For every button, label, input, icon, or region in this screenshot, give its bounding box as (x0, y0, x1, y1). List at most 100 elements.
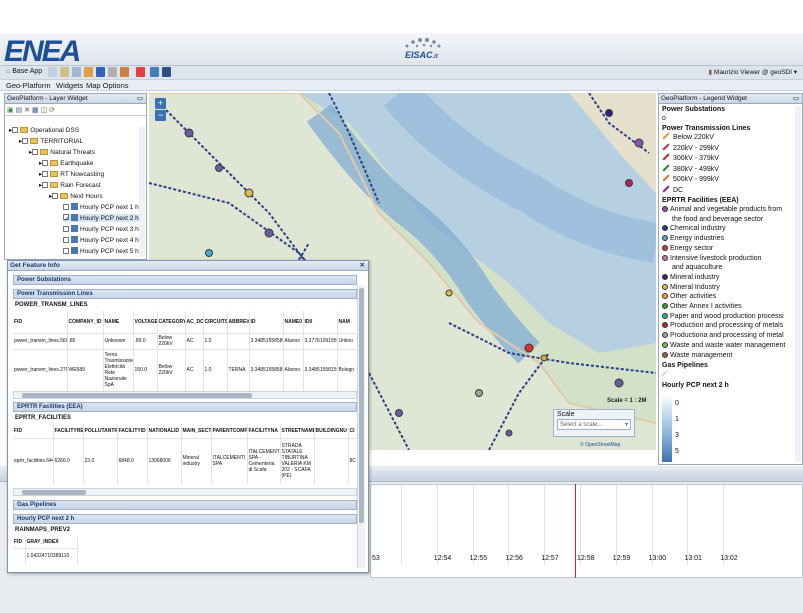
table-cell: 3.34851558589 (249, 349, 284, 391)
table-row[interactable]: 1.04324710389110 (13, 548, 78, 564)
collapse-icon[interactable]: ▭ (793, 94, 799, 104)
properties-icon[interactable]: ◫ (41, 107, 48, 114)
column-header[interactable]: NAME (103, 311, 134, 333)
gfi-vscroll[interactable] (357, 285, 365, 568)
legend-scrollbar[interactable] (795, 106, 801, 462)
column-header[interactable]: POLLUTANTR (83, 424, 118, 438)
print-icon[interactable] (150, 67, 159, 77)
column-header[interactable]: AC_DC (185, 311, 204, 333)
tree-node-earthquake[interactable]: ▸ Earthquake (39, 159, 94, 167)
eprtr-hscroll[interactable] (13, 488, 357, 496)
tree-label: Next Hours (70, 193, 103, 200)
column-header[interactable]: BUILDINGNU (314, 424, 349, 438)
refresh-icon[interactable]: ⟳ (49, 107, 55, 114)
legend-line-label: Below 220kV (673, 134, 714, 141)
area-icon[interactable] (120, 67, 129, 77)
column-header[interactable]: FACILITYRE (53, 424, 84, 438)
column-header[interactable]: NAME0 (283, 311, 304, 333)
table-row[interactable]: power_transm_lines.5606.85 Unknown .89.0 Be… (13, 333, 358, 349)
menu-geo-platform[interactable]: Geo-Platform (6, 81, 51, 90)
column-header[interactable]: STREETNAME (280, 424, 315, 438)
gfi-section-eprtr[interactable]: EPRTR Facilities (EEA) (13, 402, 357, 412)
menu-map-options[interactable]: Map Options (86, 81, 129, 90)
tree-node-next-hours[interactable]: ▸ Next Hours (49, 192, 103, 200)
scroll-thumb[interactable] (359, 288, 364, 523)
column-header[interactable]: CI (348, 424, 358, 438)
legend-line-label: 380kV - 499kV (673, 165, 719, 173)
tree-layer-pcp-5h[interactable]: Hourly PCP next 5 h (63, 247, 139, 255)
column-header[interactable]: ID (249, 311, 284, 333)
timeline-cursor[interactable] (575, 484, 576, 578)
column-header[interactable]: NAM (337, 311, 358, 333)
timeline-label: 53 (372, 555, 380, 562)
column-header[interactable]: ABBREV (227, 311, 250, 333)
table-cell: Below 220kV (157, 333, 186, 349)
column-header[interactable]: FID (13, 311, 68, 333)
menu-widgets[interactable]: Widgets (56, 81, 83, 90)
table-cell: Bologn (337, 349, 358, 391)
column-header[interactable]: FACILITYID (117, 424, 148, 438)
tree-node-operational-dss[interactable]: ▸ Operational DSS (9, 126, 79, 134)
collapse-icon[interactable]: ▭ (137, 94, 143, 104)
column-header[interactable]: ID0 (303, 311, 338, 333)
legend-facility-item: Mineral industry (662, 273, 719, 281)
tree-node-territorial[interactable]: ▸ TERRITORIAL (19, 137, 83, 145)
column-header[interactable]: NATIONALID (147, 424, 182, 438)
column-header[interactable]: MAIN_SECT (181, 424, 212, 438)
gfi-section-power-lines[interactable]: Power Transmission Lines (13, 289, 357, 299)
substation-symbol-icon: o (662, 115, 666, 122)
marker-icon[interactable] (136, 67, 145, 77)
tree-node-natural-threats[interactable]: ▸ Natural Threats (29, 148, 95, 156)
lines-table: FID COMPANY_ID NAME VOLTAGE CATEGORY AC_DC CIR… (13, 311, 358, 391)
timeline-tick (687, 485, 689, 565)
gfi-section-pcp[interactable]: Hourly PCP next 2 h (13, 514, 357, 524)
legend-gas: Gas Pipelines (662, 362, 708, 369)
fullscreen-icon[interactable] (162, 67, 171, 77)
timeline[interactable]: 53 12:54 12:55 12:56 12:57 12:58 12:59 13:00 13:… (370, 484, 803, 578)
tree-node-rain-forecast[interactable]: ▸ Rain Forecast (39, 181, 101, 189)
column-header[interactable]: FID (13, 424, 54, 438)
zoom-in-button[interactable]: + (155, 98, 166, 109)
legend-facility-label: Other Annex I activities (670, 303, 742, 310)
column-header[interactable]: GRAY_INDEX (25, 536, 78, 548)
column-header[interactable]: VOLTAGE (133, 311, 158, 333)
save-icon[interactable]: ▦ (32, 107, 39, 114)
column-header[interactable]: PARENTCOMP (211, 424, 248, 438)
info-icon[interactable] (96, 67, 105, 77)
zoom-out-icon[interactable] (60, 67, 69, 77)
table-row[interactable]: power_transm_lines.2708 WE589 Terna Trasmi… (13, 349, 358, 391)
tree-layer-pcp-2h[interactable]: ✓ Hourly PCP next 2 h (63, 214, 139, 223)
layer-scrollbar[interactable] (139, 127, 145, 257)
add-layer-icon[interactable]: ▣ (7, 107, 14, 114)
delete-icon[interactable]: ✕ (24, 107, 30, 114)
close-icon[interactable]: ✕ (360, 261, 365, 271)
lines-hscroll[interactable] (13, 391, 357, 399)
user-menu[interactable]: ▮ Maurizio Viewer @ geoSDI ▾ (709, 68, 797, 76)
legend-widget-title: GeoPlatform - Legend Widget ▭ (659, 94, 802, 104)
tree-layer-pcp-1h[interactable]: Hourly PCP next 1 h (63, 203, 139, 211)
tree-layer-pcp-4h[interactable]: Hourly PCP next 4 h (63, 236, 139, 244)
ruler-icon[interactable] (108, 67, 117, 77)
scroll-thumb[interactable] (22, 393, 252, 398)
zoom-in-icon[interactable] (48, 67, 57, 77)
scroll-thumb[interactable] (22, 490, 86, 495)
base-app-button[interactable]: ⌂ Base App (6, 68, 42, 75)
measure-icon[interactable] (84, 67, 93, 77)
gfi-section-gas[interactable]: Gas Pipelines (13, 500, 357, 510)
column-header[interactable]: CIRCUITS (203, 311, 228, 333)
facility-dot-icon (662, 273, 668, 280)
map-attribution[interactable]: © OpenStreetMap (580, 442, 620, 448)
gfi-section-power-substations[interactable]: Power Substations (13, 275, 357, 285)
table-row[interactable]: eprtr_facilities.644 6266.0 23.0 6848.0 1306… (13, 438, 358, 484)
column-header[interactable]: FID (13, 536, 26, 548)
zoom-out-button[interactable]: − (155, 110, 166, 121)
add-folder-icon[interactable]: ▤ (16, 107, 23, 114)
column-header[interactable]: FACILITYNA (247, 424, 281, 438)
scale-title: Scale (557, 411, 575, 418)
scale-select[interactable]: Select a scale... ▾ (557, 419, 631, 430)
column-header[interactable]: CATEGORY (157, 311, 186, 333)
tree-layer-pcp-3h[interactable]: Hourly PCP next 3 h (63, 225, 139, 233)
pan-icon[interactable] (72, 67, 81, 77)
tree-node-rt-nowcasting[interactable]: ▸ RT Nowcasting (39, 170, 104, 178)
column-header[interactable]: COMPANY_ID (67, 311, 104, 333)
